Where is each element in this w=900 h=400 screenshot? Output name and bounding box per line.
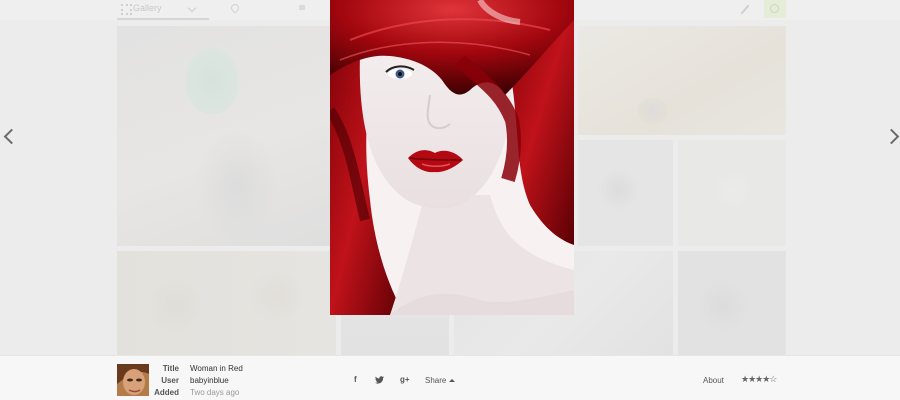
gallery-view-tab[interactable]: Gallery bbox=[117, 0, 209, 20]
previous-photo-arrow-icon[interactable] bbox=[2, 127, 16, 145]
twitter-bird-icon bbox=[375, 376, 384, 384]
added-label: Added bbox=[154, 388, 179, 397]
google-plus-icon[interactable]: g+ bbox=[400, 375, 410, 384]
user-label: User bbox=[161, 376, 179, 385]
photo-info-bar: Title User Added Woman in Red babyinblue… bbox=[0, 355, 900, 400]
gallery-thumbnail[interactable] bbox=[578, 26, 786, 135]
twitter-icon[interactable] bbox=[375, 376, 385, 385]
gallery-thumbnail[interactable] bbox=[678, 140, 786, 246]
edit-icon[interactable] bbox=[740, 4, 752, 16]
photo-title: Woman in Red bbox=[190, 364, 243, 373]
gallery-thumbnail[interactable] bbox=[578, 140, 673, 246]
photo-user-link[interactable]: babyinblue bbox=[190, 376, 229, 385]
title-label: Title bbox=[162, 364, 179, 373]
gallery-thumbnail[interactable] bbox=[117, 26, 336, 246]
facebook-icon[interactable]: f bbox=[354, 375, 357, 384]
search-icon[interactable] bbox=[764, 0, 786, 18]
photo-added-date: Two days ago bbox=[190, 388, 240, 397]
share-dropdown[interactable]: Share bbox=[425, 376, 456, 385]
gallery-thumbnail[interactable] bbox=[117, 251, 336, 355]
caret-up-icon bbox=[449, 379, 456, 382]
about-link[interactable]: About bbox=[703, 376, 724, 385]
share-label: Share bbox=[425, 376, 447, 385]
third-view-tab[interactable] bbox=[297, 0, 327, 20]
portrait-image bbox=[330, 0, 574, 315]
featured-photo bbox=[330, 0, 574, 315]
next-photo-arrow-icon[interactable] bbox=[886, 127, 900, 145]
gallery-thumbnail[interactable] bbox=[678, 251, 786, 355]
map-view-tab[interactable] bbox=[228, 0, 278, 20]
star-rating[interactable]: ★★★★☆ bbox=[741, 374, 777, 385]
